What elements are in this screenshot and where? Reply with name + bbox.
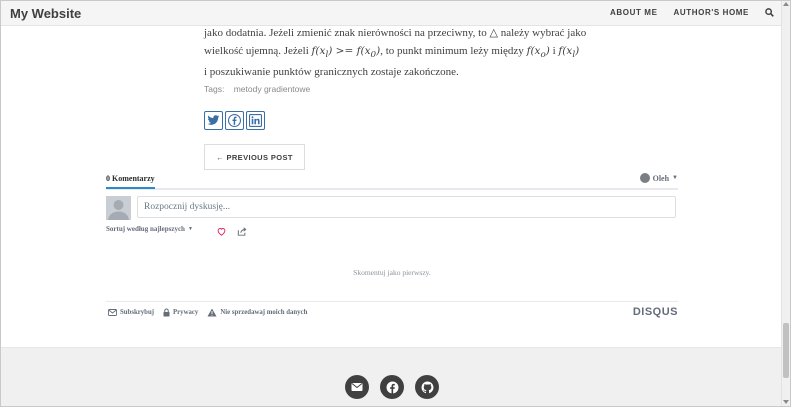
email-icon[interactable] (345, 375, 369, 399)
article-line-3: i poszukiwanie punktów granicznych zosta… (204, 66, 459, 79)
text-span: , to punkt minimum leży między (380, 44, 527, 57)
facebook-icon[interactable] (380, 375, 404, 399)
privacy-label: Prywacy (173, 309, 199, 316)
facebook-icon[interactable] (225, 111, 244, 130)
disqus-thread: 0 Komentarzy Oleh ▼ Rozpocznij dyskusję.… (106, 171, 678, 318)
math-formula: f(xl) (558, 44, 580, 60)
browser-viewport: My Website ABOUT ME AUTHOR'S HOME jako d… (0, 0, 791, 407)
tags-label: Tags: (204, 84, 225, 94)
disqus-logo[interactable]: DISQUS (633, 306, 678, 318)
twitter-icon[interactable] (204, 111, 223, 130)
user-avatar-icon (639, 173, 650, 183)
site-footer (1, 347, 782, 406)
post-tags: Tags: metody gradientowe (204, 84, 310, 94)
heart-icon[interactable] (217, 223, 226, 241)
user-name: Oleh (652, 173, 670, 183)
sort-label: Sortuj według najlepszych (106, 225, 185, 233)
warning-icon (207, 308, 217, 317)
comment-input[interactable]: Rozpocznij dyskusję... (137, 196, 676, 218)
do-not-sell-link[interactable]: Nie sprzedawaj moich danych (207, 308, 307, 317)
article-body: jako dodatnia. Jeżeli zmienić znak nieró… (204, 25, 594, 82)
math-part: f(x (558, 44, 573, 57)
math-part: f(x (311, 44, 326, 57)
scroll-thumb[interactable] (783, 323, 789, 378)
math-part: ) >= f(x (328, 44, 371, 57)
disqus-footer-links: Subskrybuj Prywacy Nie sprzedawaj moich … (108, 308, 316, 317)
subscribe-link[interactable]: Subskrybuj (108, 309, 154, 316)
avatar (106, 196, 131, 220)
disqus-nav: 0 Komentarzy Oleh ▼ (106, 171, 678, 190)
mail-icon (108, 309, 117, 316)
navbar: My Website ABOUT ME AUTHOR'S HOME (1, 1, 782, 26)
disqus-footer: Subskrybuj Prywacy Nie sprzedawaj moich … (106, 301, 678, 318)
scroll-down-icon[interactable] (783, 400, 789, 404)
sort-dropdown[interactable]: Sortuj według najlepszych ▼ (106, 225, 193, 233)
math-formula: f(xo) (526, 44, 550, 60)
chevron-down-icon: ▼ (672, 175, 678, 181)
math-formula: f(xl) >= f(x0) (311, 44, 381, 60)
privacy-link[interactable]: Prywacy (163, 308, 198, 317)
math-part: ) (575, 44, 580, 57)
lock-icon (163, 308, 170, 317)
comment-composer: Rozpocznij dyskusję... (106, 196, 678, 220)
comment-count-tab[interactable]: 0 Komentarzy (106, 174, 155, 189)
tag-link[interactable]: metody gradientowe (234, 84, 311, 94)
article-line-2: wielkość ujemną. Jeżeli f(xl) >= f(x0), … (204, 43, 594, 65)
social-links (345, 375, 450, 399)
linkedin-icon[interactable] (246, 111, 265, 130)
user-menu[interactable]: Oleh ▼ (639, 173, 678, 183)
article-line-1: jako dodatnia. Jeżeli zmienić znak nieró… (204, 27, 587, 39)
nav-links: ABOUT ME AUTHOR'S HOME (594, 8, 774, 17)
share-icon[interactable] (237, 223, 247, 241)
site-brand[interactable]: My Website (10, 6, 81, 21)
text-span: wielkość ujemną. Jeżeli (204, 44, 312, 57)
share-buttons (204, 111, 267, 130)
page-scrollbar[interactable] (781, 1, 790, 406)
previous-post-button[interactable]: ← PREVIOUS POST (204, 144, 305, 170)
subscribe-label: Subskrybuj (120, 309, 155, 316)
math-part: f(x (526, 44, 541, 57)
github-icon[interactable] (415, 375, 439, 399)
do-not-sell-label: Nie sprzedawaj moich danych (220, 309, 308, 316)
empty-comments-text: Skomentuj jako pierwszy. (353, 268, 431, 277)
nav-link-about-me[interactable]: ABOUT ME (610, 8, 657, 17)
chevron-down-icon: ▼ (187, 226, 193, 232)
nav-link-authors-home[interactable]: AUTHOR'S HOME (674, 8, 749, 17)
scroll-up-icon[interactable] (783, 2, 789, 6)
search-icon[interactable] (765, 8, 774, 17)
